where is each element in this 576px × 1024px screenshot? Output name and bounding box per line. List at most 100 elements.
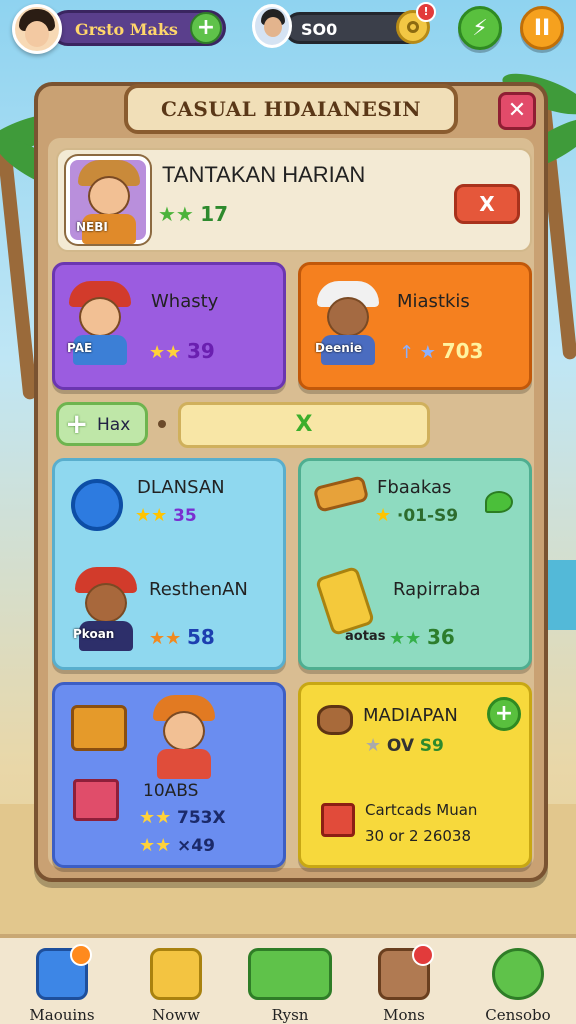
quest-rating: ↑ ★ 703 (399, 339, 483, 363)
pause-button[interactable]: II (520, 6, 564, 50)
quest-value: 58 (187, 625, 215, 649)
quest-name: DLANSAN (137, 477, 225, 498)
quest-card-miastkis[interactable]: Deenie Miastkis ↑ ★ 703 (298, 262, 532, 390)
player-avatar[interactable] (12, 4, 62, 54)
panel-title-plate: CASUAL HDAIANESIN (124, 84, 458, 134)
nav-item-censobo[interactable]: Censobo (462, 942, 574, 1024)
quest-name: 10ABS (143, 781, 199, 801)
dismiss-challenge-button[interactable]: X (454, 184, 520, 224)
quest-tag: PAE (67, 341, 93, 355)
notification-badge: ! (416, 2, 436, 22)
add-button[interactable]: + (487, 697, 521, 731)
nav-label: Rysn (271, 1006, 309, 1024)
quest-value: 703 (441, 339, 484, 363)
quest-card-10abs[interactable]: 10ABS ★★ 753X ★★ ×49 (52, 682, 286, 868)
quest-value: 753X (177, 808, 226, 828)
crate-icon (71, 705, 127, 751)
star-icon: ★★ (139, 835, 172, 856)
filter-field-value: X (295, 412, 313, 437)
lightning-button[interactable]: ⚡ (458, 6, 502, 50)
food-icon (317, 705, 353, 735)
star-icon: ★★ (139, 807, 172, 828)
quest-sub-value: 30 or 2 26038 (365, 827, 471, 845)
star-icon: ★★ (158, 202, 194, 226)
close-button[interactable]: ✕ (498, 92, 536, 130)
coin-amount: SO0 (301, 20, 338, 39)
challenge-count: 17 (200, 202, 229, 226)
daily-challenge-card: NEBI TANTAKAN HARIAN ★★ 17 X (56, 148, 532, 252)
filter-field[interactable]: X (178, 402, 430, 448)
quest-value: S9 (419, 736, 444, 756)
challenge-rating: ★★ 17 (158, 202, 228, 226)
quest-card-whasty[interactable]: PAE Whasty ★★ 39 (52, 262, 286, 390)
quest-value: 35 (173, 506, 197, 526)
quest-value: OV (386, 736, 415, 756)
quest-name: Miastkis (397, 291, 470, 312)
map-icon (248, 948, 332, 1000)
chat-bubble-icon (492, 948, 544, 1000)
treasure-chest-icon (150, 948, 202, 1000)
nav-label: Noww (152, 1006, 200, 1024)
nav-label: Censobo (485, 1006, 551, 1024)
quest-name: Fbaakas (377, 477, 452, 498)
add-friend-button[interactable]: + (190, 12, 222, 44)
quest-rating: ★ OV S9 (365, 735, 444, 756)
nav-item-noww[interactable]: Noww (120, 942, 232, 1024)
quest-rating: ★★ 39 (149, 339, 215, 363)
quest-tag: aotas (345, 629, 386, 644)
filter-row: + Hax X (56, 402, 532, 450)
quest-tag: Pkoan (73, 627, 115, 641)
separator-dot (158, 420, 166, 428)
star-icon: ★ (365, 735, 382, 756)
plus-icon: + (65, 407, 89, 440)
nav-badge (70, 944, 92, 966)
add-filter-button[interactable]: + Hax (56, 402, 148, 446)
portrait-tag: NEBI (76, 220, 108, 234)
nav-item-mons[interactable]: Mons (348, 942, 460, 1024)
quest-rating: ★★ 58 (149, 625, 215, 649)
quest-rating: ★★ 35 (135, 505, 197, 526)
panel-title: CASUAL HDAIANESIN (161, 97, 421, 121)
quest-panel: CASUAL HDAIANESIN ✕ NEBI TANTAKAN HARIAN… (34, 82, 548, 882)
coin-owner-avatar (252, 4, 292, 48)
nav-badge (412, 944, 434, 966)
gift-icon (321, 803, 355, 837)
quest-card-madiapan[interactable]: MADIAPAN ★ OV S9 + Cartcads Muan 30 or 2… (298, 682, 532, 868)
scroll-icon (312, 475, 370, 513)
player-name: Grsto Maks (75, 20, 178, 39)
star-icon: ★★ (389, 628, 422, 649)
quest-value: ·01-S9 (396, 506, 459, 526)
star-icon: ★★ (149, 628, 182, 649)
bottom-nav: Maouins Noww Rysn Mons Censobo (0, 934, 576, 1024)
quest-card-dlansan[interactable]: DLANSAN ★★ 35 Pkoan ResthenAN ★★ 58 (52, 458, 286, 670)
star-icon: ★ (375, 505, 392, 526)
quest-name: MADIAPAN (363, 705, 458, 726)
quest-rating: ★★ ×49 (139, 835, 215, 856)
quest-name: Whasty (151, 291, 219, 312)
top-bar: Grsto Maks + SO0 ! ⚡ II (0, 0, 576, 60)
quest-card-fbaakas[interactable]: Fbaakas ★ ·01-S9 aotas Rapirraba ★★ 36 (298, 458, 532, 670)
quest-name: Rapirraba (393, 579, 481, 600)
quest-subtitle: Cartcads Muan (365, 801, 478, 819)
challenge-title: TANTAKAN HARIAN (162, 162, 366, 187)
quest-name: ResthenAN (149, 579, 248, 600)
gift-icon (73, 779, 119, 821)
lens-icon (71, 479, 123, 531)
quest-value: ×49 (177, 836, 215, 856)
quest-rating: ★★ 36 (389, 625, 455, 649)
nav-item-maouins[interactable]: Maouins (6, 942, 118, 1024)
quest-value: 39 (187, 339, 215, 363)
star-icon: ↑ ★ (399, 342, 436, 363)
quest-value: 36 (427, 625, 455, 649)
filter-label: Hax (97, 415, 131, 435)
challenge-portrait: NEBI (66, 156, 150, 244)
quest-rating: ★★ 753X (139, 807, 226, 828)
nav-label: Mons (383, 1006, 425, 1024)
quest-tag: Deenie (315, 341, 363, 355)
star-icon: ★★ (149, 342, 182, 363)
nav-item-rysn[interactable]: Rysn (234, 942, 346, 1024)
nav-label: Maouins (29, 1006, 95, 1024)
banner-icon (314, 565, 376, 637)
leaf-icon (485, 491, 513, 513)
star-icon: ★★ (135, 505, 168, 526)
